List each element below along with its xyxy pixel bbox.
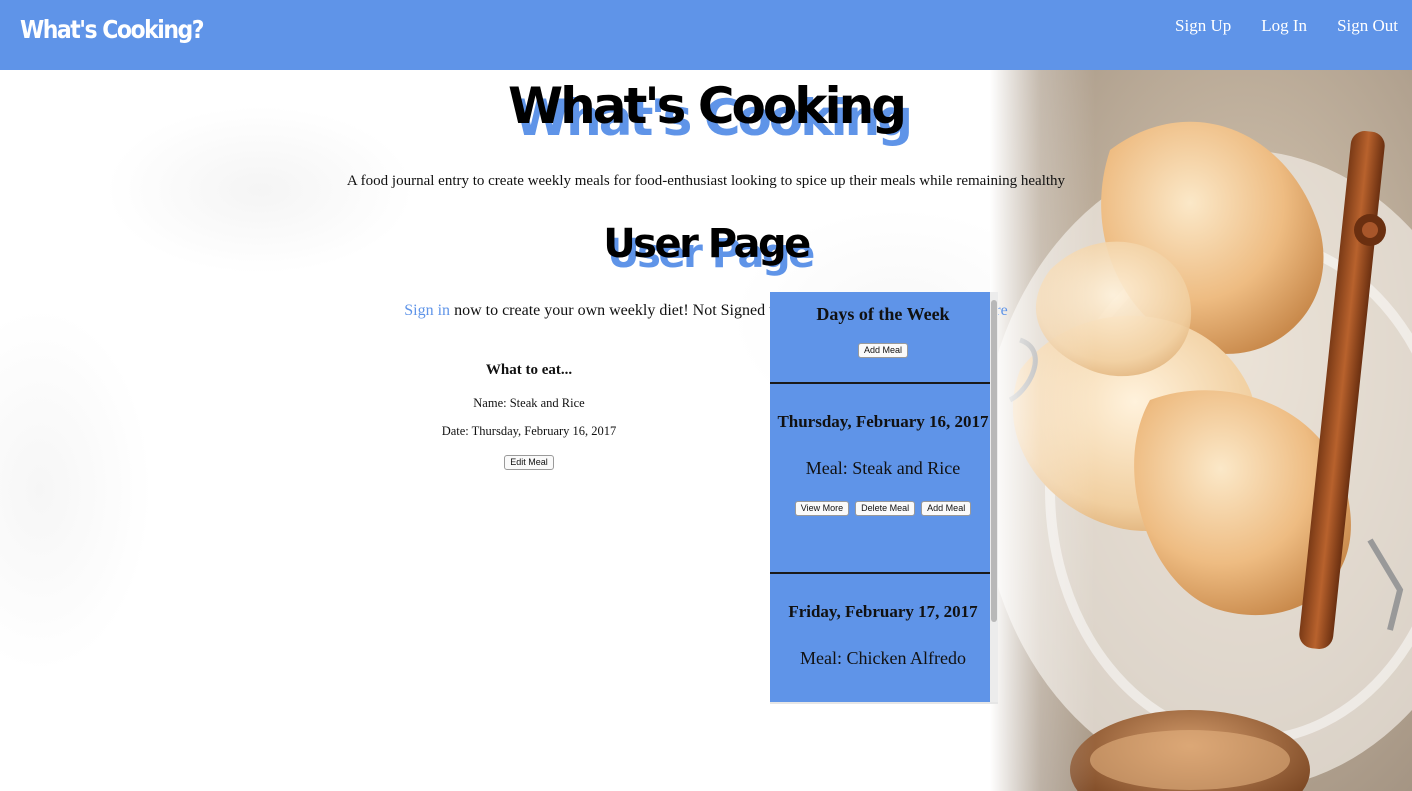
- panel-scrollbar-thumb[interactable]: [991, 300, 997, 622]
- panel-bottom-edge: [770, 702, 998, 704]
- what-to-eat-title: What to eat...: [485, 362, 573, 378]
- user-page-title: User Page: [603, 221, 811, 267]
- sign-in-link[interactable]: Sign in: [404, 302, 450, 319]
- nav-sign-out-link[interactable]: Sign Out: [1337, 16, 1398, 36]
- days-list: Days of the Week Add Meal Thursday, Febr…: [770, 292, 996, 691]
- hero-subtitle: A food journal entry to create weekly me…: [346, 173, 1066, 189]
- edit-meal-button[interactable]: Edit Meal: [504, 455, 554, 470]
- hero-title: What's Cooking: [507, 77, 907, 135]
- days-header: Days of the Week Add Meal: [770, 292, 996, 384]
- days-of-week-panel[interactable]: Days of the Week Add Meal Thursday, Febr…: [770, 292, 998, 702]
- brand-logo[interactable]: What's Cooking?: [20, 17, 205, 45]
- nav-log-in-link[interactable]: Log In: [1261, 16, 1307, 36]
- day-meal: Meal: Chicken Alfredo: [800, 648, 966, 668]
- day-actions: View More Delete Meal Add Meal: [770, 501, 996, 516]
- day-meal: Meal: Steak and Rice: [805, 458, 961, 478]
- signin-prompt: Sign in now to create your own weekly di…: [0, 302, 1412, 320]
- nav-links: Sign Up Log In Sign Out: [1175, 16, 1398, 36]
- day-card-thursday: Thursday, February 16, 2017 Meal: Steak …: [770, 384, 996, 574]
- day-date: Friday, February 17, 2017: [788, 602, 978, 621]
- navbar: What's Cooking? Sign Up Log In Sign Out: [0, 0, 1412, 70]
- day-date: Thursday, February 16, 2017: [777, 412, 989, 431]
- nav-sign-up-link[interactable]: Sign Up: [1175, 16, 1231, 36]
- what-to-eat-card: What to eat... Name: Steak and Rice Date…: [414, 362, 644, 470]
- page: What's Cooking? Sign Up Log In Sign Out …: [0, 0, 1412, 791]
- delete-meal-button[interactable]: Delete Meal: [855, 501, 916, 516]
- view-more-button[interactable]: View More: [794, 501, 850, 516]
- day-add-meal-button[interactable]: Add Meal: [921, 501, 972, 516]
- panel-scrollbar[interactable]: [990, 292, 998, 702]
- meal-date: Date: Thursday, February 16, 2017: [441, 424, 617, 438]
- add-meal-button[interactable]: Add Meal: [857, 343, 909, 358]
- day-card-friday: Friday, February 17, 2017 Meal: Chicken …: [770, 574, 996, 669]
- days-title: Days of the Week: [816, 304, 950, 324]
- meal-name: Name: Steak and Rice: [473, 396, 585, 410]
